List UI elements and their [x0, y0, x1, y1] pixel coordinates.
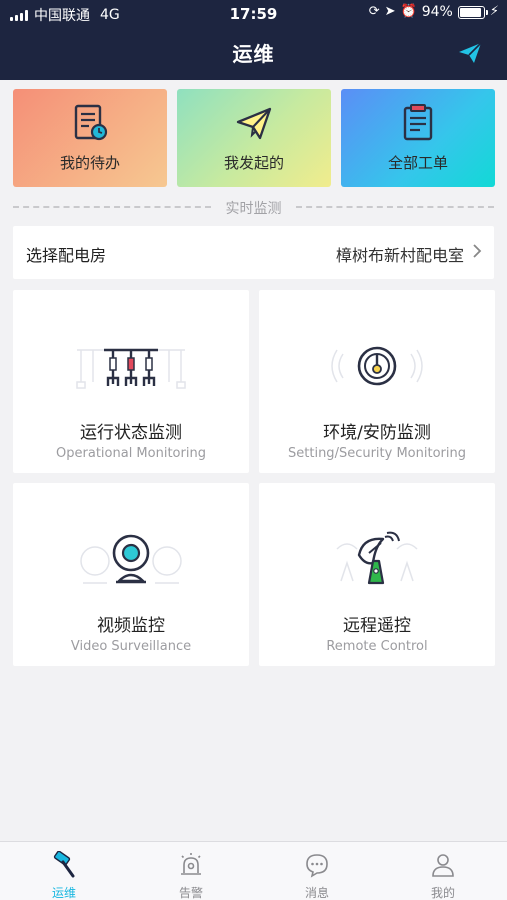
module-environment-security[interactable]: 环境/安防监测 Setting/Security Monitoring [259, 290, 495, 473]
chevron-right-icon [473, 244, 482, 258]
webcam-icon [13, 529, 249, 589]
quick-card-all-tickets[interactable]: 全部工单 [341, 89, 495, 187]
section-divider: 实时监测 [13, 198, 494, 217]
module-subtitle: Setting/Security Monitoring [288, 446, 466, 461]
tab-label: 运维 [51, 886, 76, 900]
tab-operations[interactable]: 运维 [1, 842, 127, 900]
module-remote-control[interactable]: 远程遥控 Remote Control [259, 483, 495, 666]
clipboard-list-icon [341, 103, 495, 143]
person-icon [380, 851, 506, 879]
tab-alarms[interactable]: 告警 [128, 842, 254, 900]
chat-bubble-icon [254, 851, 380, 879]
room-selector-label: 选择配电房 [26, 246, 107, 265]
switchgear-icon [13, 336, 249, 396]
satellite-dish-icon [259, 529, 495, 589]
module-subtitle: Operational Monitoring [56, 446, 206, 461]
quick-card-initiated[interactable]: 我发起的 [177, 89, 331, 187]
quick-card-label: 我发起的 [223, 154, 284, 172]
status-right: ⟳ ➤ ⏰ 94% ⚡ [369, 4, 499, 20]
paper-plane-icon [177, 103, 331, 143]
module-title: 远程遥控 [343, 616, 411, 636]
paper-plane-icon[interactable] [457, 40, 483, 66]
module-title: 运行状态监测 [80, 423, 182, 443]
hammer-icon [1, 851, 127, 879]
module-subtitle: Video Surveillance [70, 639, 192, 654]
tab-profile[interactable]: 我的 [380, 842, 506, 900]
app-header: 中国联通 4G 17:59 ⟳ ➤ ⏰ 94% ⚡ 运维 [0, 0, 507, 80]
charging-icon: ⚡ [489, 4, 499, 19]
bottom-tab-bar: 运维 告警 消息 我的 [0, 841, 507, 900]
orientation-lock-icon: ⟳ [368, 4, 380, 19]
tab-messages[interactable]: 消息 [254, 842, 380, 900]
todo-clock-icon [13, 103, 167, 143]
quick-card-label: 全部工单 [387, 154, 448, 172]
alarm-icon [128, 851, 254, 879]
room-selector[interactable]: 选择配电房 樟树布新村配电室 [13, 226, 494, 279]
app-screen: 中国联通 4G 17:59 ⟳ ➤ ⏰ 94% ⚡ 运维 我的待办 我发起的 全… [0, 0, 507, 900]
section-title: 实时监测 [225, 201, 282, 217]
quick-card-my-todo[interactable]: 我的待办 [13, 89, 167, 187]
tab-label: 我的 [430, 886, 455, 900]
battery-fill [459, 7, 482, 17]
room-selector-value: 樟树布新村配电室 [335, 246, 464, 265]
module-video-surveillance[interactable]: 视频监控 Video Surveillance [13, 483, 249, 666]
module-operational-monitoring[interactable]: 运行状态监测 Operational Monitoring [13, 290, 249, 473]
tab-label: 告警 [178, 886, 203, 900]
module-title: 视频监控 [97, 616, 165, 636]
alarm-clock-icon: ⏰ [400, 4, 417, 19]
page-title: 运维 [232, 42, 275, 66]
tab-label: 消息 [304, 886, 329, 900]
module-subtitle: Remote Control [326, 639, 428, 654]
quick-card-label: 我的待办 [59, 154, 120, 172]
module-title: 环境/安防监测 [323, 423, 431, 443]
divider-line [296, 206, 494, 208]
location-icon: ➤ [384, 4, 396, 19]
battery-percent: 94% [421, 4, 453, 20]
sensor-icon [259, 336, 495, 396]
battery-icon [457, 5, 488, 19]
status-bar: 中国联通 4G 17:59 ⟳ ➤ ⏰ 94% ⚡ [0, 0, 507, 28]
